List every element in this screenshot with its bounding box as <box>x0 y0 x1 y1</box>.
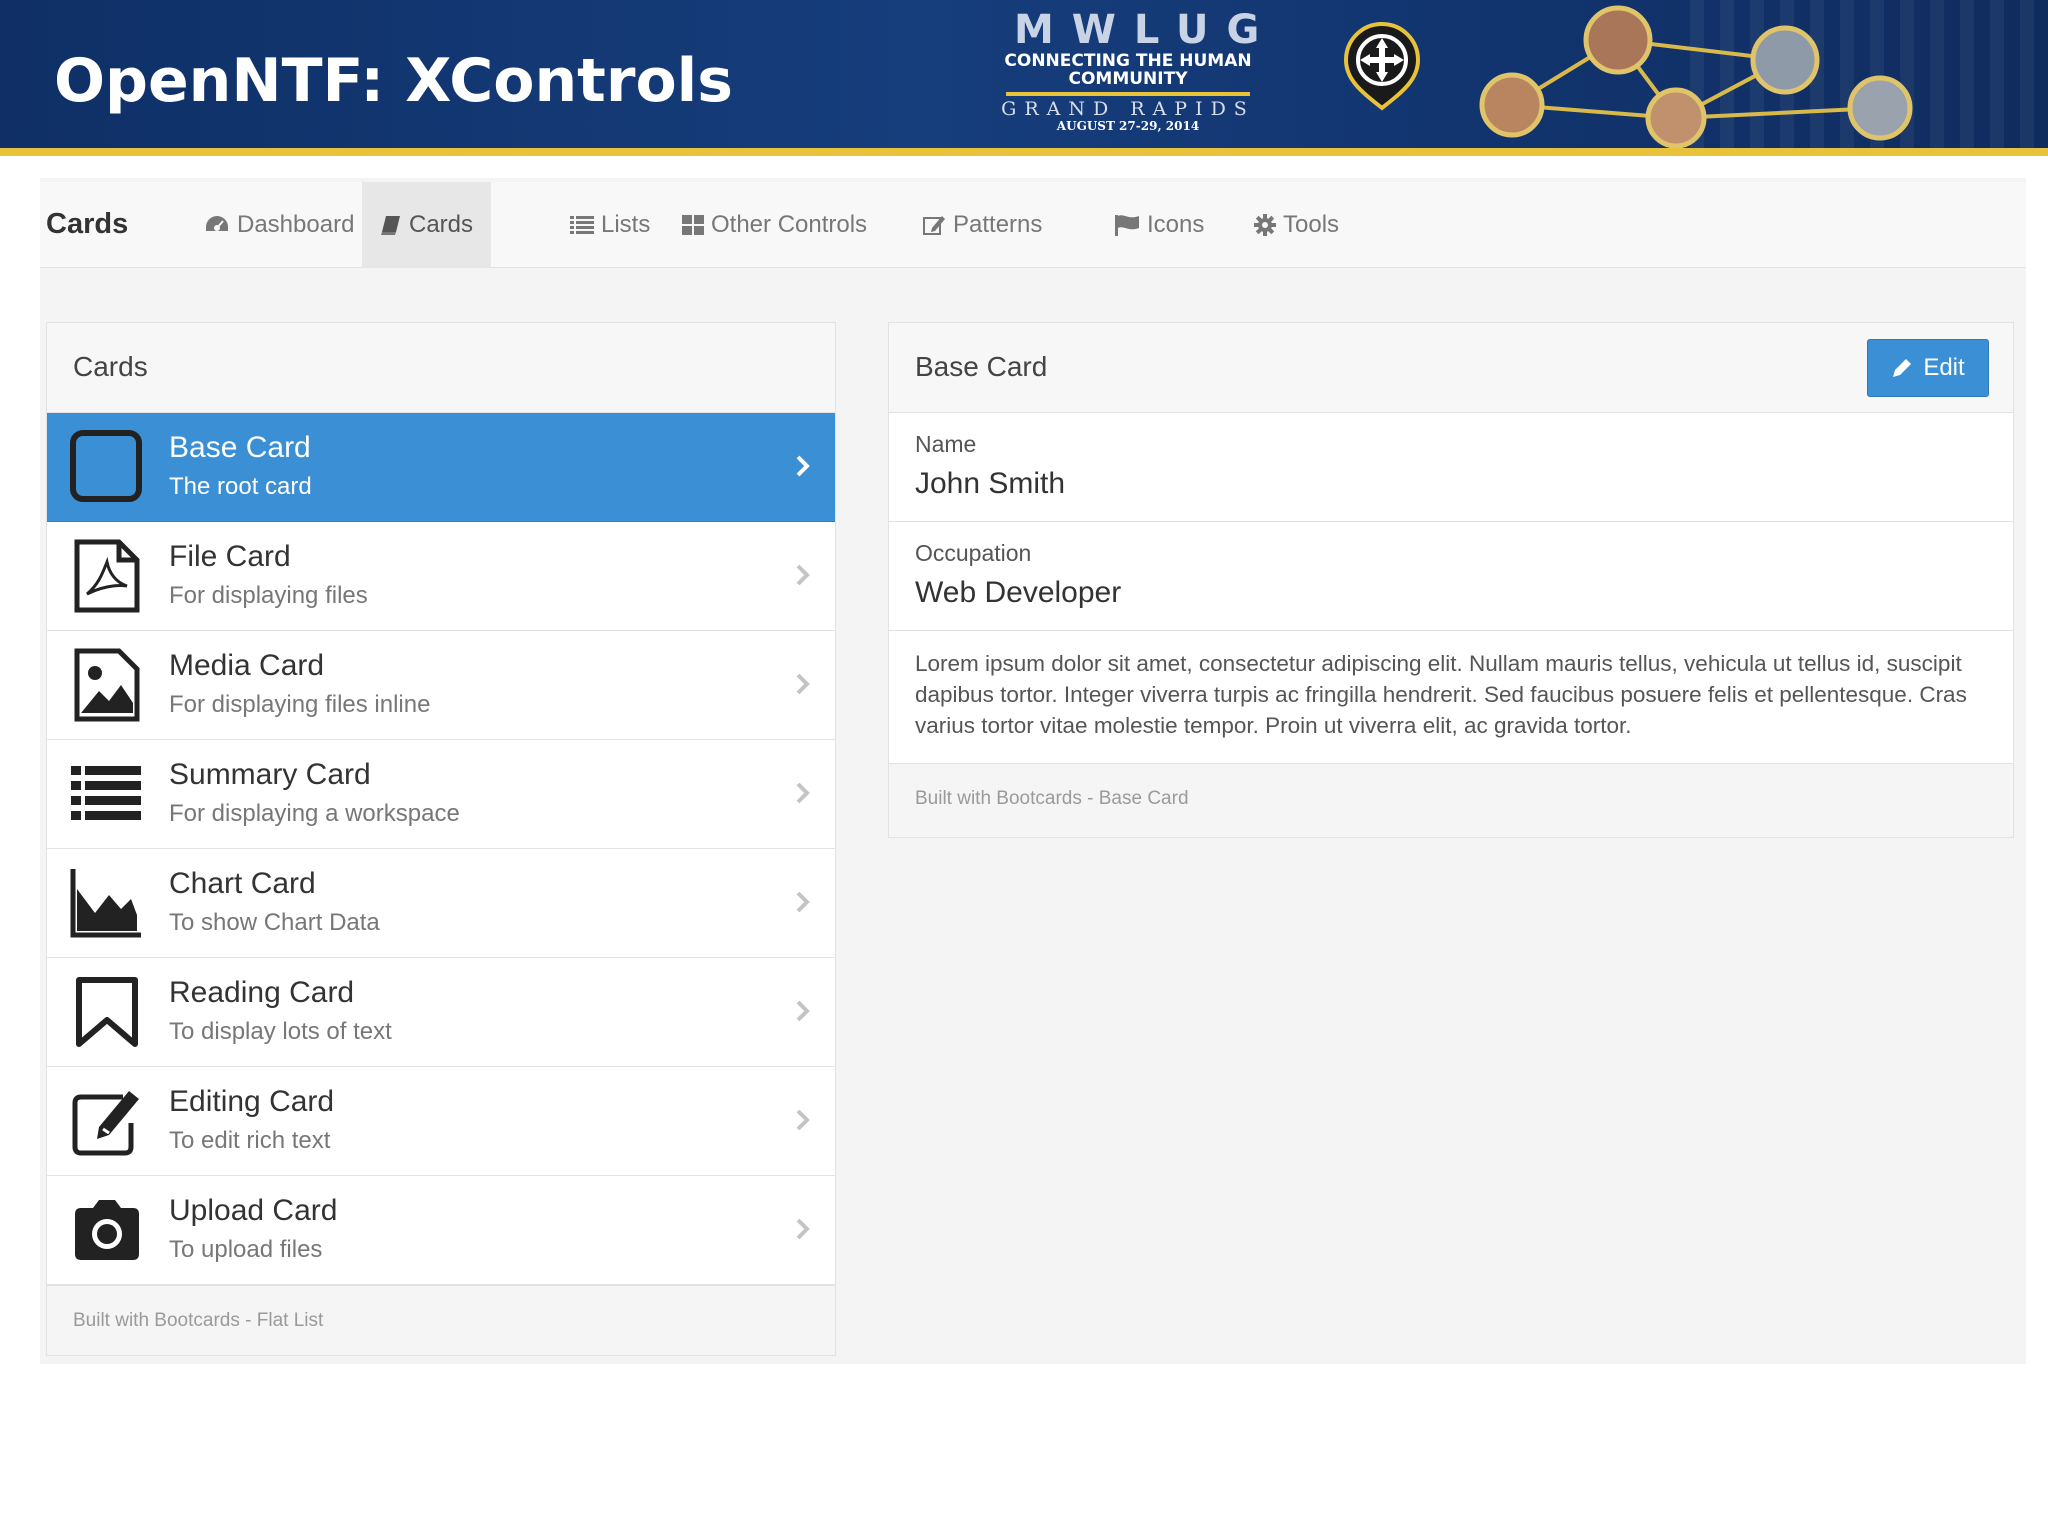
navbar-brand[interactable]: Cards <box>46 208 128 241</box>
chevron-right-icon <box>796 891 810 913</box>
nav-dashboard[interactable]: Dashboard <box>186 182 372 268</box>
field-name-label: Name <box>915 431 977 457</box>
edit-icon <box>72 1091 139 1156</box>
detail-panel-footer-text: Built with Bootcards - Base Card <box>915 788 1189 809</box>
book-icon <box>381 216 400 235</box>
chevron-right-icon <box>796 1218 810 1240</box>
edit-button-label: Edit <box>1923 354 1965 381</box>
nav-tools-label: Tools <box>1283 211 1340 238</box>
nav-patterns[interactable]: Patterns <box>904 182 1060 268</box>
chevron-right-icon <box>796 1000 810 1022</box>
grid-icon <box>682 215 704 235</box>
list-item-name: Reading Card <box>169 976 355 1009</box>
network-lines <box>1479 5 1913 148</box>
nav-dashboard-label: Dashboard <box>237 211 355 238</box>
logo-tagline-2: COMMUNITY <box>1068 69 1188 89</box>
nav-icons[interactable]: Icons <box>1096 182 1222 268</box>
list-item-chart-card[interactable]: Chart Card To show Chart Data <box>47 849 835 958</box>
list-item-name: Base Card <box>169 431 311 464</box>
list-panel-heading: Cards <box>47 323 835 413</box>
list-item-name: Chart Card <box>169 867 316 900</box>
logo-acronym: MWLUG <box>1014 7 1278 53</box>
logo-tagline-1: CONNECTING THE HUMAN <box>1004 51 1252 71</box>
list-item-summary-card[interactable]: Summary Card For displaying a workspace <box>47 740 835 849</box>
list-icon <box>71 766 141 820</box>
field-occupation-value: Web Developer <box>915 576 1122 609</box>
list-item-name: Upload Card <box>169 1194 338 1227</box>
edit-button[interactable]: Edit <box>1867 339 1989 397</box>
list-item-media-card[interactable]: Media Card For displaying files inline <box>47 631 835 740</box>
nav-other-controls-label: Other Controls <box>711 211 868 238</box>
card-body-text: Lorem ipsum dolor sit amet, consectetur … <box>915 651 1967 738</box>
image-icon <box>74 648 140 722</box>
list-panel-title: Cards <box>73 351 148 382</box>
nav-cards[interactable]: Cards <box>362 182 492 268</box>
flag-icon <box>1115 215 1139 236</box>
list-item-file-card[interactable]: File Card For displaying files <box>47 522 835 631</box>
list-panel-footer: Built with Bootcards - Flat List <box>47 1285 835 1355</box>
field-name-value: John Smith <box>915 467 1066 500</box>
dashboard-icon <box>206 216 228 231</box>
detail-panel-title: Base Card <box>915 351 1048 382</box>
logo-dates: AUGUST 27-29, 2014 <box>1056 119 1200 133</box>
field-occupation: Occupation Web Developer <box>889 522 2013 631</box>
list-item-desc: For displaying a workspace <box>169 800 460 827</box>
list-item-desc: To show Chart Data <box>169 909 380 936</box>
logo-divider <box>1006 92 1250 96</box>
list-item-base-card[interactable]: Base Card The root card <box>47 413 835 522</box>
slide-header: OpenNTF: XControls MWLUG CONNECTING THE … <box>0 0 2048 156</box>
app-window: Cards Dashboard Cards Lists Other Contro… <box>40 178 2026 1364</box>
nav-cards-label: Cards <box>409 211 474 238</box>
chevron-right-icon <box>796 673 810 695</box>
nav-patterns-label: Patterns <box>953 211 1043 238</box>
list-item-editing-card[interactable]: Editing Card To edit rich text <box>47 1067 835 1176</box>
list-item-desc: For displaying files inline <box>169 691 431 718</box>
logo-city: GRAND RAPIDS <box>1001 98 1255 120</box>
list-item-desc: For displaying files <box>169 582 368 609</box>
list-item-name: Summary Card <box>169 758 371 791</box>
cards-list-panel: Cards Base Card The root card File Card … <box>46 322 836 1356</box>
area-chart-icon <box>70 869 141 938</box>
camera-icon <box>75 1200 139 1260</box>
list-panel-footer-text: Built with Bootcards - Flat List <box>73 1310 324 1331</box>
top-navbar: Cards Dashboard Cards Lists Other Contro… <box>40 182 2026 268</box>
square-icon <box>70 430 142 502</box>
pencil-icon <box>1893 359 1912 377</box>
slide-title: OpenNTF: XControls <box>54 46 733 116</box>
gear-icon <box>1254 214 1276 236</box>
mwlug-logo: MWLUG CONNECTING THE HUMAN COMMUNITY GRA… <box>1000 7 1278 136</box>
list-item-upload-card[interactable]: Upload Card To upload files <box>47 1176 835 1285</box>
list-item-desc: To upload files <box>169 1236 323 1263</box>
community-network-graphic <box>1460 0 2048 148</box>
list-item-desc: To display lots of text <box>169 1018 392 1045</box>
list-item-desc: To edit rich text <box>169 1127 331 1154</box>
base-card-detail-panel: Base Card Edit Name John Smith Occupatio… <box>888 322 2014 838</box>
chevron-right-icon <box>796 782 810 804</box>
nav-other-controls[interactable]: Other Controls <box>664 182 885 268</box>
nav-tools[interactable]: Tools <box>1236 182 1357 268</box>
list-icon <box>570 216 594 234</box>
edit-icon <box>923 216 945 235</box>
chevron-right-icon <box>796 455 810 477</box>
nav-lists-label: Lists <box>601 211 651 238</box>
compass-logo-icon <box>1343 21 1421 111</box>
list-item-reading-card[interactable]: Reading Card To display lots of text <box>47 958 835 1067</box>
detail-panel-heading: Base Card Edit <box>889 323 2013 413</box>
chevron-right-icon <box>796 564 810 586</box>
list-item-name: File Card <box>169 540 291 573</box>
list-item-name: Editing Card <box>169 1085 335 1118</box>
nav-icons-label: Icons <box>1147 211 1205 238</box>
bookmark-icon <box>76 977 138 1047</box>
pdf-file-icon <box>74 539 140 613</box>
detail-panel-footer: Built with Bootcards - Base Card <box>889 763 2013 837</box>
nav-lists[interactable]: Lists <box>552 182 668 268</box>
list-item-desc: The root card <box>169 473 312 500</box>
field-occupation-label: Occupation <box>915 540 1032 566</box>
field-name: Name John Smith <box>889 413 2013 522</box>
list-item-name: Media Card <box>169 649 325 682</box>
chevron-right-icon <box>796 1109 810 1131</box>
